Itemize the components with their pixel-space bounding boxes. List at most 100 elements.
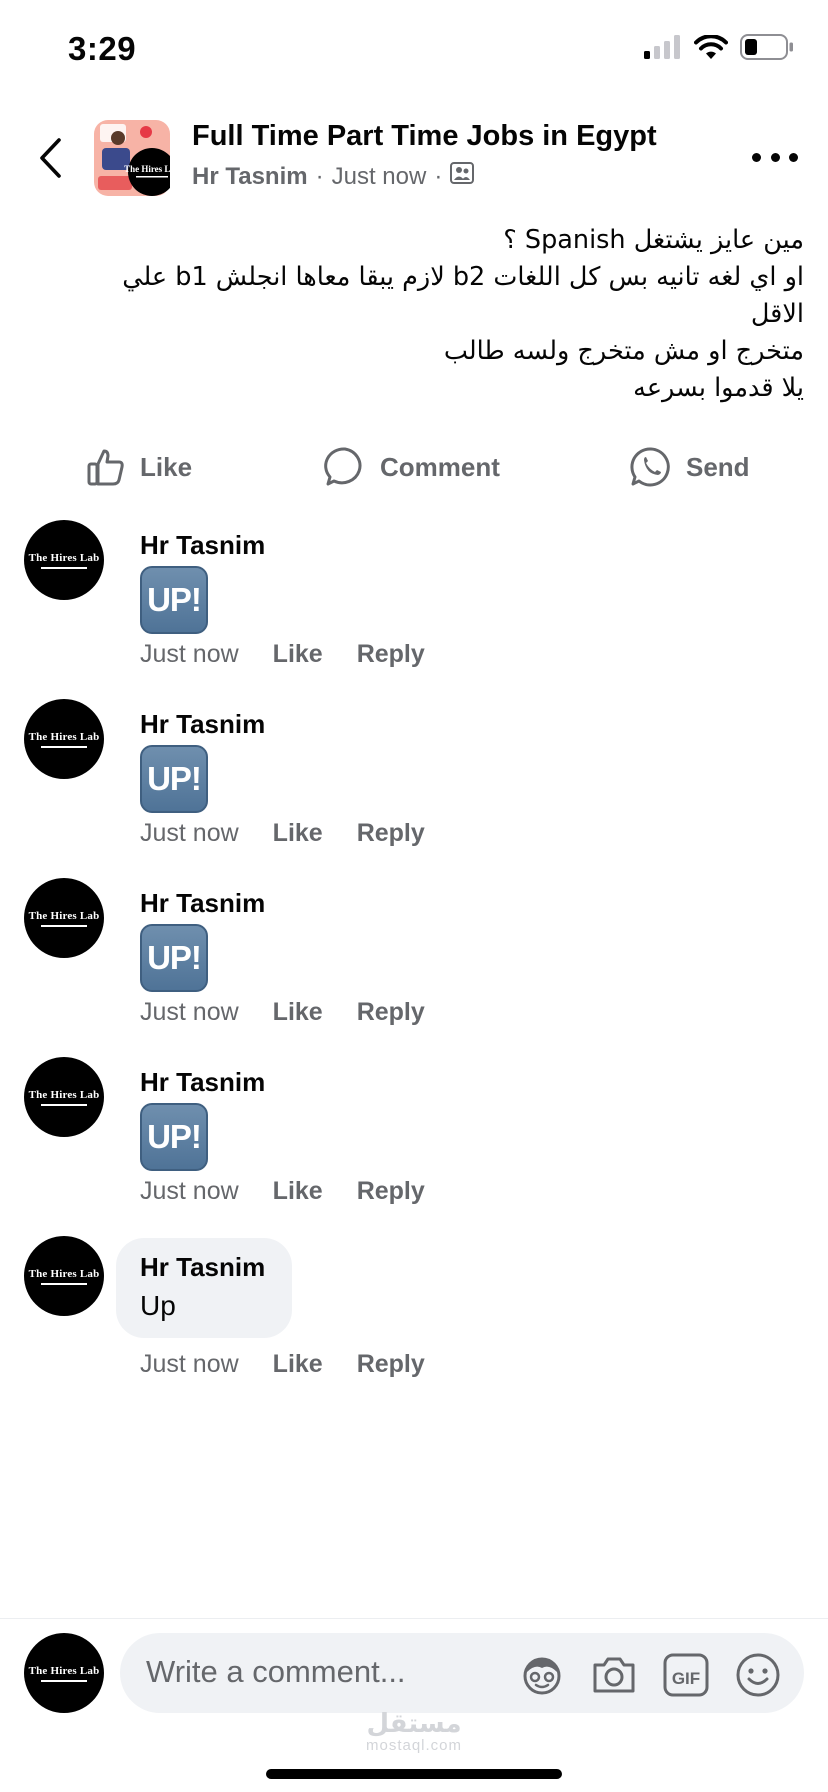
avatar-logo-text: The Hires Lab — [28, 1267, 100, 1280]
commenter-avatar[interactable]: The Hires Lab — [24, 520, 104, 600]
avatar-logo-rule — [41, 1679, 87, 1682]
comment-text: Up — [140, 1290, 176, 1321]
chevron-left-icon — [40, 138, 61, 178]
home-indicator[interactable] — [266, 1769, 562, 1779]
post-action-bar: Like Comment Send — [0, 440, 828, 494]
my-avatar[interactable]: The Hires Lab — [24, 1633, 104, 1713]
comment-composer: The Hires Lab Write a comment... GIF مست… — [0, 1618, 828, 1792]
watermark: مستقل mostaql.com — [0, 1709, 828, 1754]
send-action-label: Send — [686, 451, 750, 482]
svg-text:The Hires Lab: The Hires Lab — [124, 164, 170, 174]
post-meta: Hr Tasnim · Just now · — [192, 162, 475, 191]
up-emoji: UP! — [140, 566, 208, 634]
avatar-logo-text: The Hires Lab — [28, 730, 100, 743]
up-emoji: UP! — [140, 924, 208, 992]
watermark-english: mostaql.com — [365, 1737, 463, 1754]
comment-meta: Just now Like Reply — [140, 640, 425, 669]
comment-reply-button[interactable]: Reply — [357, 819, 425, 848]
post-line: مين عايز يشتغل Spanish ؟ — [503, 225, 804, 255]
post-author[interactable]: Hr Tasnim — [192, 163, 308, 191]
comment-meta: Just now Like Reply — [140, 819, 425, 848]
comment-like-button[interactable]: Like — [273, 1350, 323, 1379]
commenter-name[interactable]: Hr Tasnim — [140, 709, 265, 740]
comment-action-label: Comment — [380, 451, 500, 482]
gif-label: GIF — [672, 1669, 700, 1688]
comment-reply-button[interactable]: Reply — [357, 1177, 425, 1206]
commenter-name[interactable]: Hr Tasnim — [140, 1067, 265, 1098]
more-dot-icon — [789, 152, 798, 162]
avatar-logo-rule — [41, 745, 87, 748]
wifi-icon — [694, 33, 728, 65]
up-emoji: UP! — [140, 745, 208, 813]
meta-separator: · — [434, 162, 443, 190]
comment-reply-button[interactable]: Reply — [357, 640, 425, 669]
avatar-logo-rule — [41, 924, 87, 927]
post-header: The Hires Lab Full Time Part Time Jobs i… — [0, 118, 828, 198]
thumbs-up-icon — [87, 449, 124, 486]
like-action-button[interactable]: Like — [86, 440, 192, 494]
commenter-avatar[interactable]: The Hires Lab — [24, 1057, 104, 1137]
like-action-label: Like — [140, 451, 193, 482]
comment-meta: Just now Like Reply — [140, 1350, 425, 1379]
avatar-logo-text: The Hires Lab — [28, 551, 100, 564]
post-line: متخرج او مش متخرج ولسه طالب — [443, 336, 804, 366]
comment-time: Just now — [140, 819, 239, 847]
comment-time: Just now — [140, 998, 239, 1026]
group-avatar[interactable]: The Hires Lab — [94, 120, 180, 196]
back-button[interactable] — [30, 134, 70, 182]
post-body: مين عايز يشتغل Spanish ؟ او اي لغه تانيه… — [60, 222, 804, 407]
emoji-icon[interactable] — [734, 1651, 782, 1699]
commenter-avatar[interactable]: The Hires Lab — [24, 878, 104, 958]
avatar-sticker-icon[interactable] — [518, 1651, 566, 1699]
comment-action-button[interactable]: Comment — [324, 440, 500, 494]
comment-reply-button[interactable]: Reply — [357, 998, 425, 1027]
group-title[interactable]: Full Time Part Time Jobs in Egypt — [192, 120, 657, 153]
avatar-logo-text: The Hires Lab — [28, 1088, 100, 1101]
send-action-button[interactable]: Send — [630, 440, 750, 494]
more-dot-icon — [752, 152, 761, 162]
avatar-logo-text: The Hires Lab — [28, 909, 100, 922]
more-dot-icon — [770, 152, 780, 162]
post-time[interactable]: Just now — [332, 163, 427, 191]
comment-time: Just now — [140, 1350, 239, 1378]
comment-like-button[interactable]: Like — [273, 1177, 323, 1206]
battery-icon — [740, 34, 794, 65]
avatar-logo-rule — [41, 1282, 87, 1285]
commenter-avatar[interactable]: The Hires Lab — [24, 699, 104, 779]
comment-like-button[interactable]: Like — [273, 998, 323, 1027]
signal-icon — [644, 35, 682, 64]
status-time: 3:29 — [68, 30, 137, 67]
meta-separator: · — [315, 162, 324, 190]
commenter-avatar[interactable]: The Hires Lab — [24, 1236, 104, 1316]
whatsapp-icon — [630, 447, 670, 487]
avatar-logo-rule — [41, 1103, 87, 1106]
comment-like-button[interactable]: Like — [273, 640, 323, 669]
up-emoji: UP! — [140, 1103, 208, 1171]
avatar-logo-text: The Hires Lab — [28, 1664, 100, 1677]
post-line: يلا قدموا بسرعه — [633, 373, 804, 403]
more-options-button[interactable] — [752, 142, 798, 172]
post-line: او اي لغه تانيه بس كل اللغات b2 لازم يبق… — [122, 262, 804, 292]
comment-input-placeholder: Write a comment... — [146, 1654, 406, 1689]
camera-icon[interactable] — [590, 1651, 638, 1699]
commenter-name[interactable]: Hr Tasnim — [140, 1252, 265, 1283]
comment-input[interactable]: Write a comment... GIF — [120, 1633, 804, 1713]
comment-like-button[interactable]: Like — [273, 819, 323, 848]
commenter-name[interactable]: Hr Tasnim — [140, 530, 265, 561]
comment-time: Just now — [140, 1177, 239, 1205]
avatar-logo-rule — [41, 566, 87, 569]
comment-bubble-icon — [324, 447, 362, 486]
comment-time: Just now — [140, 640, 239, 668]
post-line: الاقل — [750, 299, 804, 329]
watermark-arabic: مستقل — [366, 1709, 462, 1739]
gif-icon[interactable]: GIF — [662, 1651, 710, 1699]
comment-meta: Just now Like Reply — [140, 1177, 425, 1206]
status-icons — [644, 33, 794, 65]
comment-meta: Just now Like Reply — [140, 998, 425, 1027]
composer-icons: GIF — [518, 1651, 782, 1699]
commenter-name[interactable]: Hr Tasnim — [140, 888, 265, 919]
comment-reply-button[interactable]: Reply — [357, 1350, 425, 1379]
comment-bubble[interactable]: Hr Tasnim Up — [116, 1238, 292, 1338]
group-audience-icon — [450, 162, 475, 191]
status-bar: 3:29 — [0, 0, 828, 100]
